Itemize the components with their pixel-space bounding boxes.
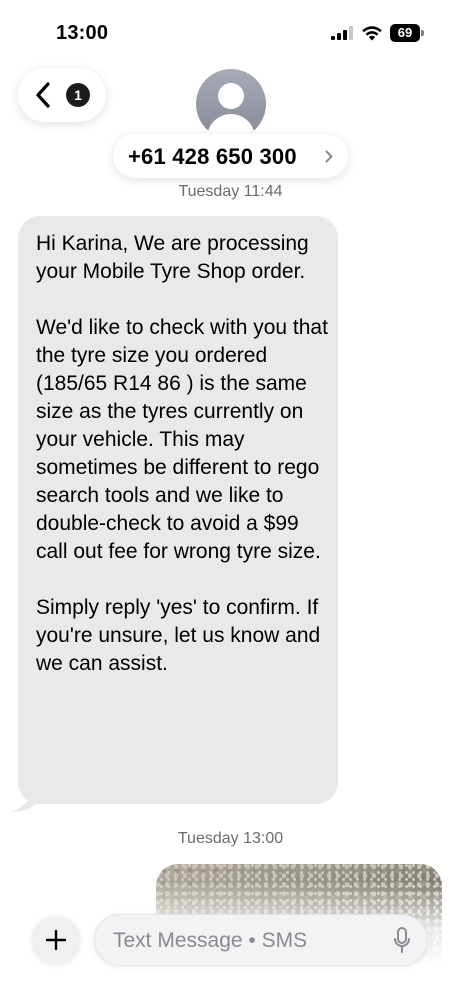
contact-name: +61 428 650 300 [128,144,297,169]
battery-icon: 69 [390,24,424,42]
person-icon [218,83,244,109]
microphone-icon[interactable] [393,927,411,955]
message-text: Hi Karina, We are processing your Mobile… [36,232,328,675]
status-time: 13:00 [56,22,109,44]
apps-button[interactable] [32,916,80,964]
message-timestamp: Tuesday 13:00 [177,830,284,847]
plus-icon [45,929,67,951]
wifi-icon [362,26,382,41]
chevron-left-icon [36,82,50,108]
incoming-message-bubble[interactable]: Hi Karina, We are processing your Mobile… [18,216,338,804]
unread-count-badge: 1 [66,83,90,107]
signal-icon [331,26,353,40]
message-input[interactable]: Text Message • SMS [94,914,428,966]
chevron-right-icon [325,150,333,163]
message-input-placeholder: Text Message • SMS [113,929,308,952]
back-button[interactable]: 1 [18,68,106,122]
battery-level: 69 [397,25,413,40]
message-timestamp: Tuesday 11:44 [178,183,283,200]
status-bar: 13:00 69 [0,0,461,60]
contact-avatar[interactable] [196,69,266,139]
contact-name-button[interactable]: +61 428 650 300 [113,134,348,178]
